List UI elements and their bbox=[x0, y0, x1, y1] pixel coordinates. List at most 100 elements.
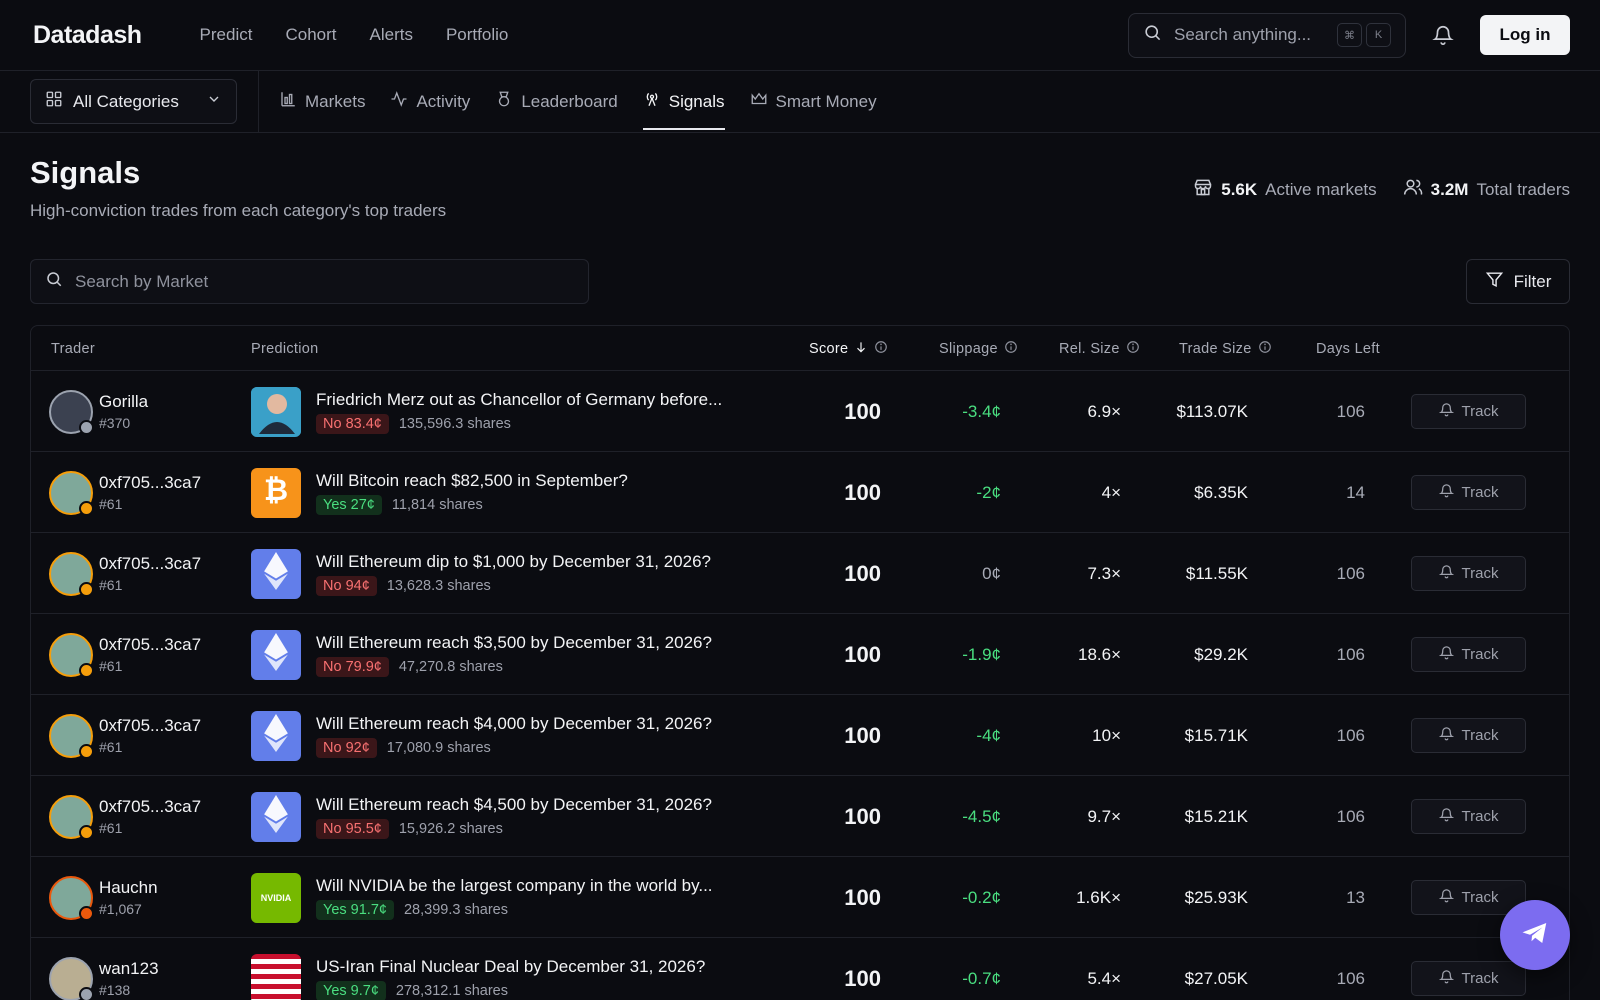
trader-cell[interactable]: 0xf705...3ca7 #61 bbox=[49, 452, 201, 533]
trader-cell[interactable]: wan123 #138 bbox=[49, 938, 159, 1000]
outcome-pill: No 83.4¢ bbox=[316, 413, 389, 434]
filter-button[interactable]: Filter bbox=[1466, 259, 1570, 304]
prediction-cell[interactable]: NVIDIA Will NVIDIA be the largest company… bbox=[251, 857, 713, 938]
rel-size-value: 9.7× bbox=[1087, 806, 1121, 826]
market-image bbox=[251, 710, 301, 761]
tab-activity-label: Activity bbox=[416, 91, 471, 111]
bell-icon bbox=[1438, 645, 1454, 664]
rank-badge-icon bbox=[79, 662, 94, 678]
market-image bbox=[251, 953, 301, 1000]
track-button[interactable]: Track bbox=[1411, 718, 1526, 753]
market-search-input[interactable]: Search by Market bbox=[30, 259, 589, 304]
nav-cohort[interactable]: Cohort bbox=[285, 25, 336, 45]
slippage-value: -0.2¢ bbox=[962, 887, 1001, 907]
tab-activity[interactable]: Activity bbox=[390, 71, 470, 132]
prediction-cell[interactable]: Friedrich Merz out as Chancellor of Germ… bbox=[251, 371, 722, 452]
ethereum-icon bbox=[263, 795, 289, 838]
col-trade-size-label: Trade Size bbox=[1179, 340, 1252, 357]
track-button[interactable]: Track bbox=[1411, 961, 1526, 996]
trader-cell[interactable]: Hauchn #1,067 bbox=[49, 857, 158, 938]
rank-badge-icon bbox=[79, 419, 94, 435]
logo[interactable]: Datadash bbox=[33, 21, 142, 50]
chevron-down-icon bbox=[206, 91, 222, 112]
info-icon[interactable] bbox=[1004, 340, 1018, 358]
table-row[interactable]: 0xf705...3ca7 #61 Will Ethereum reach $4,0… bbox=[31, 695, 1569, 776]
trader-cell[interactable]: 0xf705...3ca7 #61 bbox=[49, 614, 201, 695]
telegram-button[interactable] bbox=[1500, 900, 1570, 970]
col-slippage[interactable]: Slippage bbox=[939, 326, 1018, 371]
notifications-bell-icon[interactable] bbox=[1432, 24, 1454, 46]
trader-cell[interactable]: 0xf705...3ca7 #61 bbox=[49, 695, 201, 776]
global-search[interactable]: Search anything... ⌘ K bbox=[1128, 12, 1406, 58]
prediction-cell[interactable]: Will Ethereum dip to $1,000 by December … bbox=[251, 533, 711, 614]
bell-icon bbox=[1438, 969, 1454, 988]
table-row[interactable]: Gorilla #370 Friedrich Merz out as Chancel… bbox=[31, 371, 1569, 452]
table-row[interactable]: Hauchn #1,067 NVIDIA Will NVIDIA be the lar… bbox=[31, 857, 1569, 938]
prediction-cell[interactable]: Will Ethereum reach $3,500 by December 3… bbox=[251, 614, 712, 695]
track-button[interactable]: Track bbox=[1411, 475, 1526, 510]
prediction-cell[interactable]: Will Ethereum reach $4,500 by December 3… bbox=[251, 776, 712, 857]
slippage-value: -4.5¢ bbox=[962, 806, 1001, 826]
category-select[interactable]: All Categories bbox=[30, 79, 237, 124]
tab-leaderboard[interactable]: Leaderboard bbox=[495, 71, 618, 132]
ethereum-icon bbox=[263, 552, 289, 595]
col-days-left[interactable]: Days Left bbox=[1316, 326, 1380, 371]
prediction-cell[interactable]: ₿ Will Bitcoin reach $82,500 in September… bbox=[251, 452, 628, 533]
col-score[interactable]: Score bbox=[809, 326, 888, 371]
info-icon[interactable] bbox=[874, 340, 888, 358]
table-row[interactable]: 0xf705...3ca7 #61 Will Ethereum reach $3,5… bbox=[31, 614, 1569, 695]
days-left-value: 13 bbox=[1346, 887, 1365, 907]
sub-nav: All Categories Markets Activity Leaderbo… bbox=[0, 71, 1600, 133]
bell-icon bbox=[1438, 726, 1454, 745]
kbd-cmd: ⌘ bbox=[1337, 23, 1362, 47]
rank-badge-icon bbox=[79, 500, 94, 516]
top-right: Search anything... ⌘ K Log in bbox=[1128, 12, 1570, 58]
slippage-value: 0¢ bbox=[982, 563, 1001, 583]
col-trader[interactable]: Trader bbox=[51, 326, 95, 371]
table-row[interactable]: 0xf705...3ca7 #61 Will Ethereum reach $4,5… bbox=[31, 776, 1569, 857]
tab-smart-money[interactable]: Smart Money bbox=[750, 71, 877, 132]
prediction-cell[interactable]: Will Ethereum reach $4,000 by December 3… bbox=[251, 695, 712, 776]
table-header: Trader Prediction Score Slippage Rel. Si… bbox=[31, 326, 1569, 371]
info-icon[interactable] bbox=[1258, 340, 1272, 358]
trader-cell[interactable]: Gorilla #370 bbox=[49, 371, 148, 452]
market-search-placeholder: Search by Market bbox=[75, 271, 209, 291]
trader-name: Hauchn bbox=[99, 878, 158, 897]
track-button[interactable]: Track bbox=[1411, 637, 1526, 672]
table-row[interactable]: 0xf705...3ca7 #61 Will Ethereum dip to $1,… bbox=[31, 533, 1569, 614]
login-button[interactable]: Log in bbox=[1480, 15, 1570, 55]
track-button[interactable]: Track bbox=[1411, 556, 1526, 591]
tab-signals[interactable]: Signals bbox=[642, 71, 725, 132]
nav-portfolio[interactable]: Portfolio bbox=[446, 25, 508, 45]
top-nav: Predict Cohort Alerts Portfolio bbox=[200, 25, 509, 45]
outcome-pill: No 94¢ bbox=[316, 575, 377, 596]
days-left-value: 106 bbox=[1336, 968, 1365, 988]
stat-traders-label: Total traders bbox=[1476, 179, 1570, 199]
trade-size-value: $6.35K bbox=[1194, 482, 1248, 502]
prediction-cell[interactable]: US-Iran Final Nuclear Deal by December 3… bbox=[251, 938, 705, 1000]
trader-rank: #1,067 bbox=[99, 901, 142, 917]
slippage-value: -4¢ bbox=[976, 725, 1001, 745]
nav-alerts[interactable]: Alerts bbox=[370, 25, 413, 45]
col-trade-size[interactable]: Trade Size bbox=[1179, 326, 1272, 371]
rel-size-value: 6.9× bbox=[1087, 401, 1121, 421]
bell-icon bbox=[1438, 564, 1454, 583]
col-rel-size[interactable]: Rel. Size bbox=[1059, 326, 1140, 371]
trader-cell[interactable]: 0xf705...3ca7 #61 bbox=[49, 776, 201, 857]
track-button[interactable]: Track bbox=[1411, 394, 1526, 429]
trader-cell[interactable]: 0xf705...3ca7 #61 bbox=[49, 533, 201, 614]
track-button[interactable]: Track bbox=[1411, 880, 1526, 915]
trade-size-value: $25.93K bbox=[1184, 887, 1248, 907]
nav-predict[interactable]: Predict bbox=[200, 25, 253, 45]
table-row[interactable]: 0xf705...3ca7 #61 ₿ Will Bitcoin reach $82,… bbox=[31, 452, 1569, 533]
info-icon[interactable] bbox=[1126, 340, 1140, 358]
market-question: Will Ethereum reach $4,000 by December 3… bbox=[316, 713, 712, 733]
days-left-value: 106 bbox=[1336, 806, 1365, 826]
avatar bbox=[49, 470, 94, 516]
col-prediction[interactable]: Prediction bbox=[251, 326, 318, 371]
days-left-value: 14 bbox=[1346, 482, 1365, 502]
track-label: Track bbox=[1461, 808, 1499, 825]
tab-markets[interactable]: Markets bbox=[279, 71, 365, 132]
track-button[interactable]: Track bbox=[1411, 799, 1526, 834]
table-row[interactable]: wan123 #138 US-Iran Final Nuclear Deal by … bbox=[31, 938, 1569, 1000]
